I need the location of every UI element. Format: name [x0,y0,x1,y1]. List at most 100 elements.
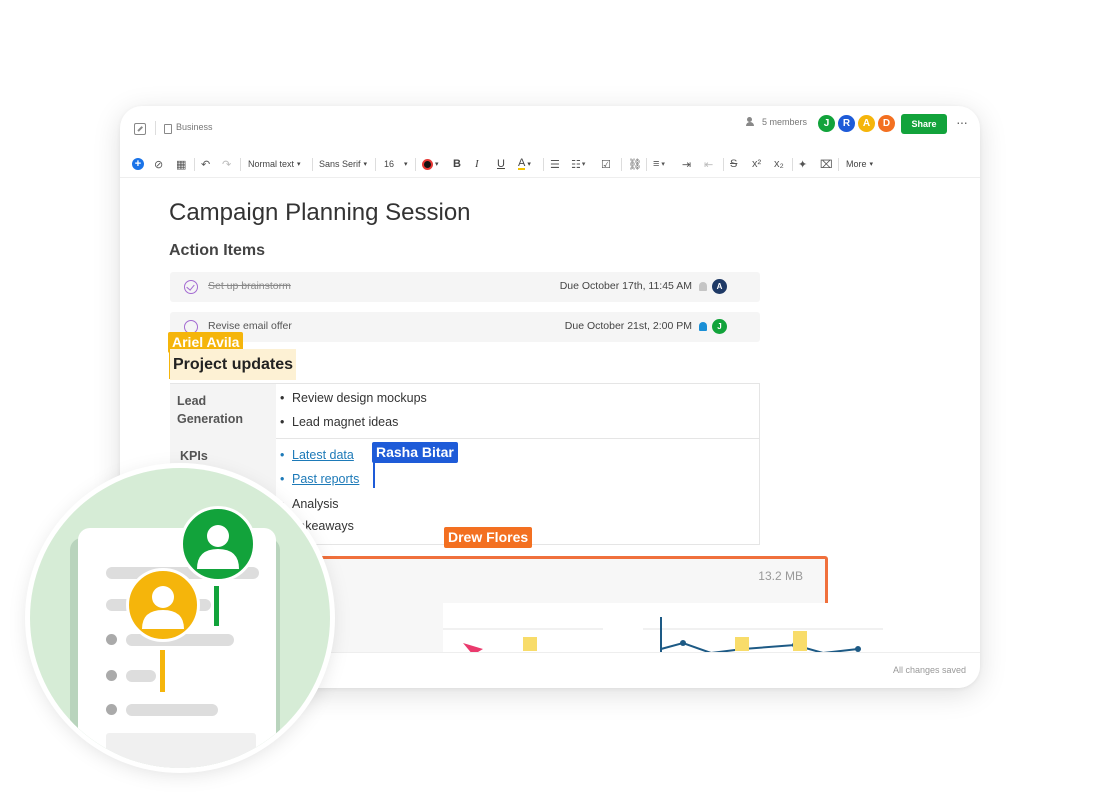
collaborator-cursor-tag: Rasha Bitar [372,442,458,463]
cursor-stem [214,586,219,626]
more-options-icon[interactable]: ··· [956,114,968,130]
save-status: All changes saved [892,665,966,675]
subscript-icon[interactable]: x₂ [774,150,784,178]
strikethrough-icon[interactable]: S [730,150,737,178]
font-family-dropdown[interactable]: Sans Serif ▾ [319,150,367,178]
bell-icon[interactable] [699,282,707,291]
redo-icon[interactable]: ↷ [222,150,231,178]
indent-icon[interactable]: ⇥ [682,150,691,178]
outdent-icon[interactable]: ⇤ [704,150,713,178]
divider [543,158,544,171]
table-row-label[interactable]: Lead Generation [177,392,243,428]
chevron-down-icon: ▾ [297,161,301,168]
font-family-label: Sans Serif [319,159,361,169]
task-label[interactable]: Set up brainstorm [208,280,291,292]
divider [621,158,622,171]
chevron-down-icon: ▾ [527,161,531,168]
placeholder-line [126,670,156,682]
placeholder-dot [106,670,117,681]
task-row[interactable]: Set up brainstorm Due October 17th, 11:4… [170,272,760,302]
members-count: 5 members [762,117,808,127]
divider [792,158,793,171]
divider [723,158,724,171]
placeholder-dot [106,634,117,645]
magic-wand-icon[interactable]: ✦ [798,150,807,178]
checkbox-icon[interactable]: ⊘ [154,150,163,178]
collapse-icon[interactable] [134,123,146,135]
notebook-breadcrumb[interactable]: Business [176,122,213,132]
highlight-picker[interactable]: A ▾ [518,150,531,178]
link-icon[interactable]: ⛓ [628,150,642,178]
past-reports-link[interactable]: Past reports [280,472,359,486]
divider [838,158,839,171]
placeholder-line [126,704,218,716]
undo-icon[interactable]: ↶ [201,150,210,178]
font-size-dropdown[interactable]: 16 ▾ [384,150,408,178]
divider [194,158,195,171]
table-row-label-line: Generation [177,412,243,426]
bell-icon[interactable] [699,322,707,331]
members-icon [746,117,758,127]
collaborator-cursor-tag: Drew Flores [444,527,533,548]
formatting-toolbar: + ⊘ ▦ ↶ ↷ Normal text ▾ Sans Serif ▾ 16 … [120,150,980,178]
top-bar: Business 5 members J R A D Share ··· [120,106,980,150]
list-item[interactable]: Lead magnet ideas [280,415,398,429]
table-row-label[interactable]: KPIs [180,447,208,465]
page-title[interactable]: Campaign Planning Session [169,199,471,227]
list-item[interactable]: Review design mockups [280,391,427,405]
task-row[interactable]: Revise email offer Due October 21st, 2:0… [170,312,760,342]
avatar[interactable]: D [877,114,896,133]
table-row-divider [276,438,760,439]
bold-icon[interactable]: B [453,150,461,178]
font-size-label: 16 [384,159,395,169]
avatar[interactable]: A [857,114,876,133]
collaborator-cursor-caret [373,462,375,488]
person-icon [142,586,184,629]
chevron-down-icon: ▾ [435,161,439,168]
checklist-icon[interactable]: ☑ [601,150,611,178]
members-button[interactable]: 5 members [746,117,807,127]
divider [415,158,416,171]
task-assignee-avatar[interactable]: J [712,319,727,334]
placeholder-block [106,733,256,768]
placeholder-dot [106,704,117,715]
divider [312,158,313,171]
collaboration-illustration [30,468,330,768]
list-item[interactable]: Analysis [280,497,338,511]
more-label: More [846,159,867,169]
text-style-label: Normal text [248,159,295,169]
cursor-stem [160,650,165,692]
task-checkbox[interactable] [184,280,198,294]
numbered-list-icon[interactable]: ☷ ▾ [571,150,585,178]
divider [375,158,376,171]
divider [240,158,241,171]
superscript-icon[interactable]: x² [752,150,761,178]
bullet-list-icon[interactable]: ☰ [550,150,560,178]
latest-data-link[interactable]: Latest data [280,448,354,462]
clear-formatting-icon[interactable]: ⌧ [820,150,833,178]
calendar-icon[interactable]: ▦ [176,150,186,178]
table-row-label-line: Lead [177,394,207,408]
task-due-date[interactable]: Due October 21st, 2:00 PM [565,320,692,332]
notebook-icon [164,124,172,134]
underline-icon[interactable]: U [497,150,505,178]
more-dropdown[interactable]: More ▾ [846,150,873,178]
section-heading[interactable]: Project updates [170,349,297,380]
italic-icon[interactable]: I [475,150,479,178]
task-label[interactable]: Revise email offer [208,320,292,332]
user-avatar-icon [126,568,200,642]
task-assignee-avatar[interactable]: A [712,279,727,294]
avatar[interactable]: J [817,114,836,133]
align-icon[interactable]: ≡ ▾ [653,150,665,178]
text-color-picker[interactable]: ▾ [422,150,439,178]
task-due-date[interactable]: Due October 17th, 11:45 AM [560,280,692,292]
share-button[interactable]: Share [901,114,947,134]
chevron-down-icon: ▾ [869,161,874,168]
insert-button[interactable]: + [132,150,144,178]
avatar-stack[interactable]: J R A D [817,114,896,133]
divider [646,158,647,171]
section-heading[interactable]: Action Items [169,242,265,260]
attachment-size: 13.2 MB [758,569,803,583]
avatar[interactable]: R [837,114,856,133]
text-style-dropdown[interactable]: Normal text ▾ [248,150,301,178]
